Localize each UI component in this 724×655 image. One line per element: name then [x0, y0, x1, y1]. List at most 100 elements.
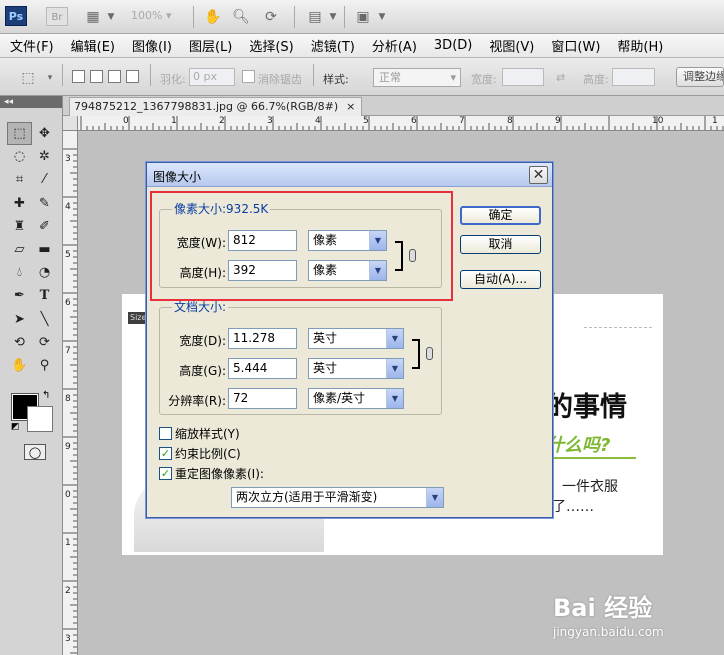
antialias-checkbox[interactable]: [242, 70, 255, 83]
marquee-preset-icon[interactable]: ⬚: [18, 68, 38, 88]
ok-button[interactable]: 确定: [460, 206, 541, 225]
ruler-number: 3: [267, 116, 273, 126]
link-chain-icon: [426, 347, 433, 360]
feather-input[interactable]: 0 px: [189, 68, 235, 86]
resolution-unit-select[interactable]: 像素/英寸 ▼: [308, 388, 404, 409]
quick-mask-icon[interactable]: ◯: [24, 444, 46, 460]
image-headline: 的事情: [546, 392, 627, 423]
size-tag: Size: [128, 312, 148, 324]
document-tab-bar: 794875212_1367798831.jpg @ 66.7%(RGB/8#)…: [63, 96, 724, 116]
chevron-down-icon[interactable]: ▼: [323, 7, 343, 27]
width-input[interactable]: [502, 68, 544, 86]
3d-orbit-tool-icon[interactable]: ⟳: [32, 331, 57, 354]
resample-checkbox[interactable]: ✓ 重定图像像素(I):: [159, 465, 264, 482]
zoom-tool-icon[interactable]: 🔍︎: [231, 7, 251, 27]
ruler-number: 5: [65, 250, 71, 260]
menu-bar: 文件(F) 编辑(E) 图像(I) 图层(L) 选择(S) 滤镜(T) 分析(A…: [0, 34, 724, 58]
move-tool-icon[interactable]: ✥: [32, 122, 57, 145]
dodge-tool-icon[interactable]: ◔: [32, 261, 57, 284]
width-label: 宽度:: [471, 73, 497, 86]
hand-tool-icon[interactable]: ✋: [7, 354, 32, 377]
menu-select[interactable]: 选择(S): [249, 36, 293, 55]
separator: [294, 6, 295, 28]
zoom-level-select[interactable]: 100% ▾: [131, 9, 171, 22]
doc-width-unit-select[interactable]: 英寸 ▼: [308, 328, 404, 349]
lasso-tool-icon[interactable]: ◌: [7, 145, 32, 168]
menu-3d[interactable]: 3D(D): [434, 38, 472, 53]
menu-file[interactable]: 文件(F): [10, 36, 54, 55]
new-selection-mode-icon[interactable]: [72, 70, 85, 83]
cancel-button[interactable]: 取消: [460, 235, 541, 254]
rectangular-marquee-tool-icon[interactable]: ⬚: [7, 122, 32, 146]
screen-mode-icon[interactable]: ▣: [353, 7, 373, 27]
ruler-number: 1: [171, 116, 177, 126]
application-bar: Ps Br ▦ ▼ 100% ▾ ✋ 🔍︎ ⟳ ▤ ▼ ▣ ▼: [0, 0, 724, 34]
chevron-down-icon[interactable]: ▾: [40, 68, 60, 88]
ruler-origin[interactable]: [63, 116, 78, 131]
add-selection-mode-icon[interactable]: [90, 70, 103, 83]
hand-tool-icon[interactable]: ✋: [203, 7, 223, 27]
collapse-icon[interactable]: ◂◂: [0, 96, 62, 108]
bridge-button[interactable]: Br: [46, 7, 68, 26]
close-icon[interactable]: ×: [346, 100, 355, 113]
zoom-tool-icon[interactable]: ⚲: [32, 354, 57, 377]
style-select[interactable]: 正常 ▾: [373, 68, 461, 87]
eyedropper-tool-icon[interactable]: ⁄: [32, 168, 57, 191]
doc-height-unit-select[interactable]: 英寸 ▼: [308, 358, 404, 379]
default-colors-icon[interactable]: ◩: [11, 422, 20, 432]
menu-window[interactable]: 窗口(W): [551, 36, 600, 55]
swap-colors-icon[interactable]: ↰: [42, 390, 50, 401]
menu-view[interactable]: 视图(V): [489, 36, 534, 55]
history-brush-tool-icon[interactable]: ✐: [32, 215, 57, 238]
magic-wand-tool-icon[interactable]: ✲: [32, 145, 57, 168]
menu-layer[interactable]: 图层(L): [189, 36, 232, 55]
blur-tool-icon[interactable]: 💧︎: [7, 261, 32, 284]
feather-label: 羽化:: [160, 73, 186, 86]
menu-analysis[interactable]: 分析(A): [372, 36, 417, 55]
vertical-ruler[interactable]: 3 4 5 6 7 8 9 0 1 2 3: [63, 131, 78, 655]
menu-help[interactable]: 帮助(H): [617, 36, 663, 55]
ruler-number: 9: [65, 442, 71, 452]
intersect-selection-mode-icon[interactable]: [126, 70, 139, 83]
brush-tool-icon[interactable]: ✎: [32, 192, 57, 215]
resample-method-select[interactable]: 两次立方(适用于平滑渐变) ▼: [231, 487, 444, 508]
subtract-selection-mode-icon[interactable]: [108, 70, 121, 83]
dialog-titlebar[interactable]: 图像大小 ✕: [147, 163, 552, 187]
healing-brush-tool-icon[interactable]: ✚: [7, 192, 32, 215]
gradient-tool-icon[interactable]: ▬: [32, 238, 57, 261]
path-selection-tool-icon[interactable]: ➤: [7, 308, 32, 331]
chevron-down-icon[interactable]: ▼: [372, 7, 392, 27]
line-tool-icon[interactable]: ╲: [32, 308, 57, 331]
options-bar: ⬚ ▾ 羽化: 0 px 消除锯齿 样式: 正常 ▾ 宽度: ⇄ 高度: 调整边缘…: [0, 58, 724, 96]
menu-edit[interactable]: 编辑(E): [71, 36, 115, 55]
constrain-proportions-checkbox[interactable]: ✓ 约束比例(C): [159, 445, 241, 462]
height-label: 高度:: [583, 73, 609, 86]
chevron-down-icon[interactable]: ▼: [101, 7, 121, 27]
horizontal-ruler[interactable]: 0 1 2 3 4 5 6 7 8 9 10 1: [78, 116, 724, 131]
pen-tool-icon[interactable]: ✒: [7, 284, 32, 307]
refine-edge-button[interactable]: 调整边缘...: [676, 67, 724, 87]
eraser-tool-icon[interactable]: ▱: [7, 238, 32, 261]
doc-width-input[interactable]: 11.278: [228, 328, 297, 349]
resolution-input[interactable]: 72: [228, 388, 297, 409]
scale-styles-checkbox[interactable]: 缩放样式(Y): [159, 425, 240, 442]
doc-height-input[interactable]: 5.444: [228, 358, 297, 379]
height-input[interactable]: [612, 68, 655, 86]
type-tool-icon[interactable]: T: [32, 284, 57, 307]
swap-icon[interactable]: ⇄: [556, 71, 565, 84]
document-tab[interactable]: 794875212_1367798831.jpg @ 66.7%(RGB/8#)…: [69, 97, 363, 116]
menu-filter[interactable]: 滤镜(T): [311, 36, 355, 55]
auto-button[interactable]: 自动(A)...: [460, 270, 541, 289]
menu-image[interactable]: 图像(I): [132, 36, 172, 55]
view-extras-icon[interactable]: ▦: [83, 7, 103, 27]
clone-stamp-tool-icon[interactable]: ♜: [7, 215, 32, 238]
crop-tool-icon[interactable]: ⌗: [7, 168, 32, 191]
separator: [150, 64, 151, 86]
rotate-view-icon[interactable]: ⟳: [261, 7, 281, 27]
arrange-documents-icon[interactable]: ▤: [305, 7, 325, 27]
ruler-number: 6: [411, 116, 417, 126]
divider: [584, 327, 652, 328]
close-icon[interactable]: ✕: [529, 166, 548, 184]
3d-rotate-tool-icon[interactable]: ⟲: [7, 331, 32, 354]
background-color-swatch[interactable]: [27, 406, 53, 432]
